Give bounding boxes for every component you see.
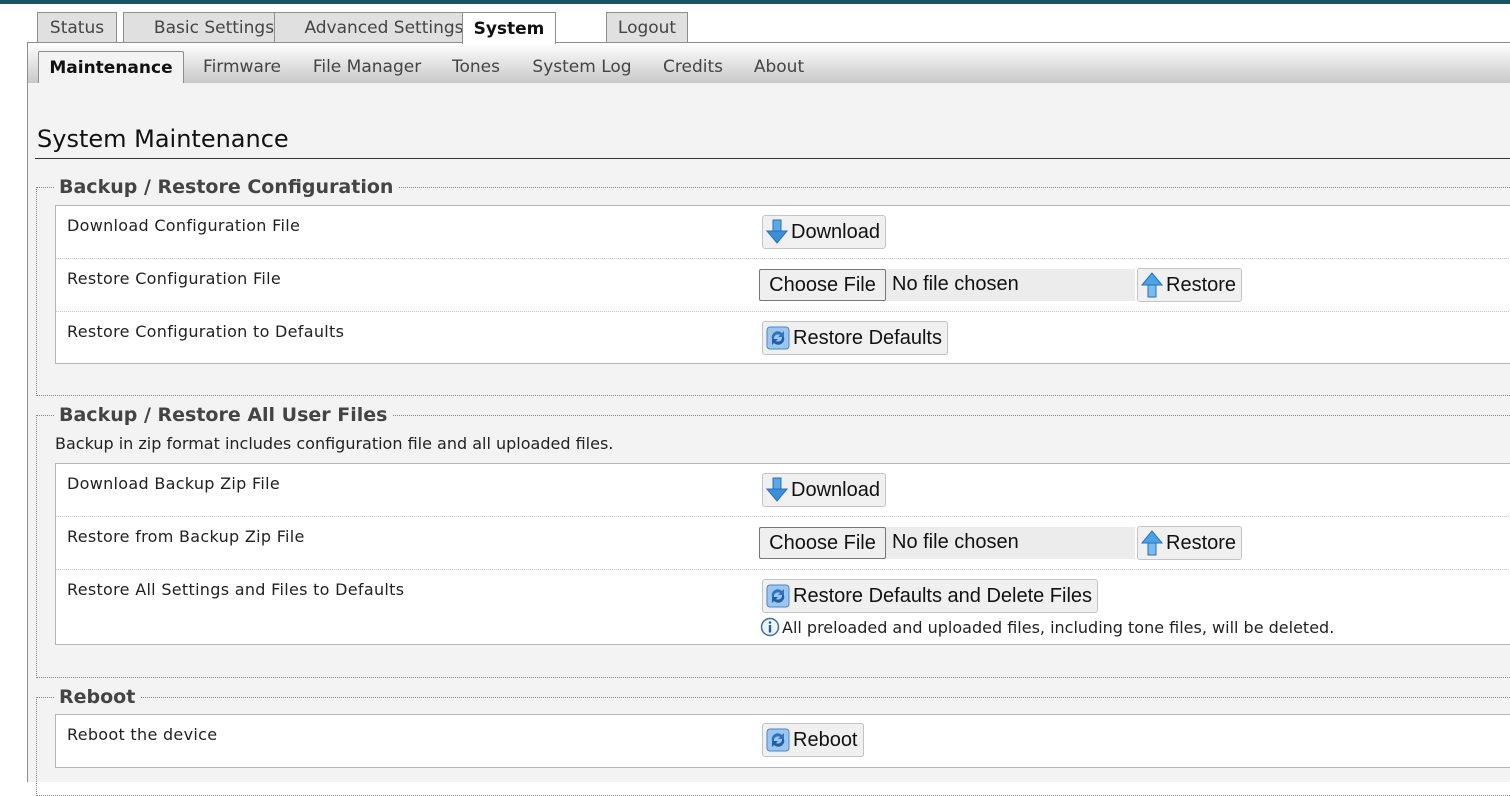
- userfiles-table: Download Backup Zip File Download Restor…: [55, 463, 1510, 645]
- row-label: Download Configuration File: [67, 216, 301, 235]
- sub-tab-bar: Maintenance Firmware File Manager Tones …: [28, 43, 1510, 83]
- note-text: All preloaded and uploaded files, includ…: [782, 617, 1335, 637]
- backup-file-input[interactable]: Choose File No file chosen: [759, 527, 1135, 559]
- row-label: Restore Configuration to Defaults: [67, 322, 345, 341]
- table-row: Restore from Backup Zip File Choose File…: [56, 517, 1510, 570]
- row-label: Restore from Backup Zip File: [67, 527, 305, 546]
- download-arrow-icon: [766, 477, 788, 502]
- title-divider: [35, 158, 1510, 159]
- button-label: Restore: [1166, 273, 1237, 296]
- config-table: Download Configuration File Download Res…: [55, 205, 1510, 364]
- restore-defaults-button[interactable]: Restore Defaults: [762, 321, 948, 355]
- button-label: Reboot: [793, 728, 858, 751]
- button-label: Restore: [1166, 531, 1237, 554]
- subtab-file-manager[interactable]: File Manager: [311, 51, 423, 83]
- refresh-icon: [766, 584, 790, 608]
- download-backup-button[interactable]: Download: [762, 473, 886, 507]
- file-status: No file chosen: [892, 531, 1019, 553]
- restore-defaults-delete-files-button[interactable]: Restore Defaults and Delete Files: [762, 579, 1099, 613]
- userfiles-section-legend: Backup / Restore All User Files: [59, 404, 388, 426]
- table-row: Restore Configuration File Choose File N…: [56, 259, 1510, 312]
- row-label: Restore Configuration File: [67, 269, 281, 288]
- file-status: No file chosen: [892, 273, 1019, 295]
- button-label: Restore Defaults: [793, 326, 942, 349]
- tab-logout[interactable]: Logout: [606, 12, 688, 43]
- table-row: Restore All Settings and Files to Defaul…: [56, 570, 1510, 646]
- refresh-icon: [766, 326, 790, 350]
- reboot-table: Reboot the device Reboot: [55, 714, 1510, 768]
- config-file-input[interactable]: Choose File No file chosen: [759, 269, 1135, 301]
- subtab-firmware[interactable]: Firmware: [200, 51, 284, 83]
- row-label: Download Backup Zip File: [67, 474, 280, 493]
- choose-file-button[interactable]: Choose File: [759, 269, 886, 301]
- delete-warning-note: All preloaded and uploaded files, includ…: [760, 617, 1334, 637]
- choose-file-button[interactable]: Choose File: [759, 527, 886, 559]
- subtab-maintenance[interactable]: Maintenance: [38, 51, 184, 83]
- button-label: Restore Defaults and Delete Files: [793, 584, 1093, 607]
- table-row: Download Backup Zip File Download: [56, 464, 1510, 517]
- upload-arrow-icon: [1141, 272, 1163, 298]
- subtab-credits[interactable]: Credits: [661, 51, 725, 83]
- upload-arrow-icon: [1141, 530, 1163, 556]
- page-title: System Maintenance: [37, 125, 289, 153]
- subtab-system-log[interactable]: System Log: [530, 51, 634, 83]
- button-label: Download: [791, 478, 880, 501]
- row-label: Restore All Settings and Files to Defaul…: [67, 580, 405, 599]
- download-config-button[interactable]: Download: [762, 215, 886, 249]
- config-section-legend: Backup / Restore Configuration: [59, 176, 394, 198]
- table-row: Reboot the device Reboot: [56, 715, 1510, 768]
- restore-backup-button[interactable]: Restore: [1137, 526, 1243, 560]
- tab-status[interactable]: Status: [37, 12, 117, 43]
- restore-config-button[interactable]: Restore: [1137, 268, 1243, 302]
- userfiles-description: Backup in zip format includes configurat…: [55, 434, 614, 453]
- info-icon: [760, 617, 780, 637]
- tab-system[interactable]: System: [462, 12, 556, 44]
- subtab-tones[interactable]: Tones: [450, 51, 502, 83]
- subtab-about[interactable]: About: [752, 51, 806, 83]
- reboot-button[interactable]: Reboot: [762, 723, 864, 757]
- top-accent-bar: [0, 0, 1510, 4]
- button-label: Download: [791, 220, 880, 243]
- tab-advanced-settings[interactable]: Advanced Settings: [274, 12, 494, 43]
- table-row: Download Configuration File Download: [56, 206, 1510, 259]
- row-label: Reboot the device: [67, 725, 218, 744]
- reboot-section-legend: Reboot: [59, 686, 136, 708]
- refresh-icon: [766, 728, 790, 752]
- table-row: Restore Configuration to Defaults Restor…: [56, 312, 1510, 365]
- download-arrow-icon: [766, 219, 788, 244]
